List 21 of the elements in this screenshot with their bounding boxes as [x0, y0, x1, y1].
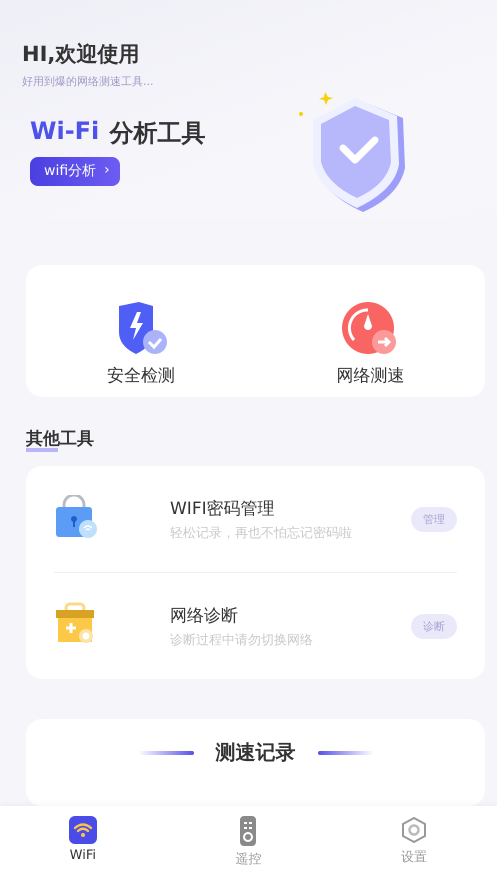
greeting-title: HI,欢迎使用 — [22, 41, 140, 68]
title-decoration — [138, 751, 194, 756]
quick-action-button[interactable]: 网络测速 — [336, 364, 404, 387]
tab-label[interactable]: WiFi — [38, 848, 128, 863]
quick-action-button[interactable]: 安全检测 — [106, 364, 175, 387]
title-underline — [26, 448, 58, 452]
wifi-analysis-button[interactable]: wifi分析 › — [30, 157, 120, 186]
tool-name: 网络诊断 — [170, 604, 239, 627]
tool-name: WIFI密码管理 — [170, 498, 276, 520]
records-title: 测速记录 — [216, 739, 296, 766]
greeting-subtitle: 好用到爆的网络测速工具... — [22, 74, 154, 89]
tab-label[interactable]: 设置 — [369, 848, 460, 866]
wifi-icon — [68, 816, 97, 844]
padlock-icon — [54, 495, 98, 540]
remote-control-icon — [238, 816, 258, 846]
tab-label[interactable]: 遥控 — [203, 850, 294, 868]
wifi-heading: Wi-Fi — [30, 117, 100, 147]
title-decoration — [318, 751, 374, 756]
settings-icon — [401, 816, 428, 844]
analysis-tool-heading: 分析工具 — [109, 118, 206, 149]
section-title: 其他工具 — [26, 430, 94, 448]
